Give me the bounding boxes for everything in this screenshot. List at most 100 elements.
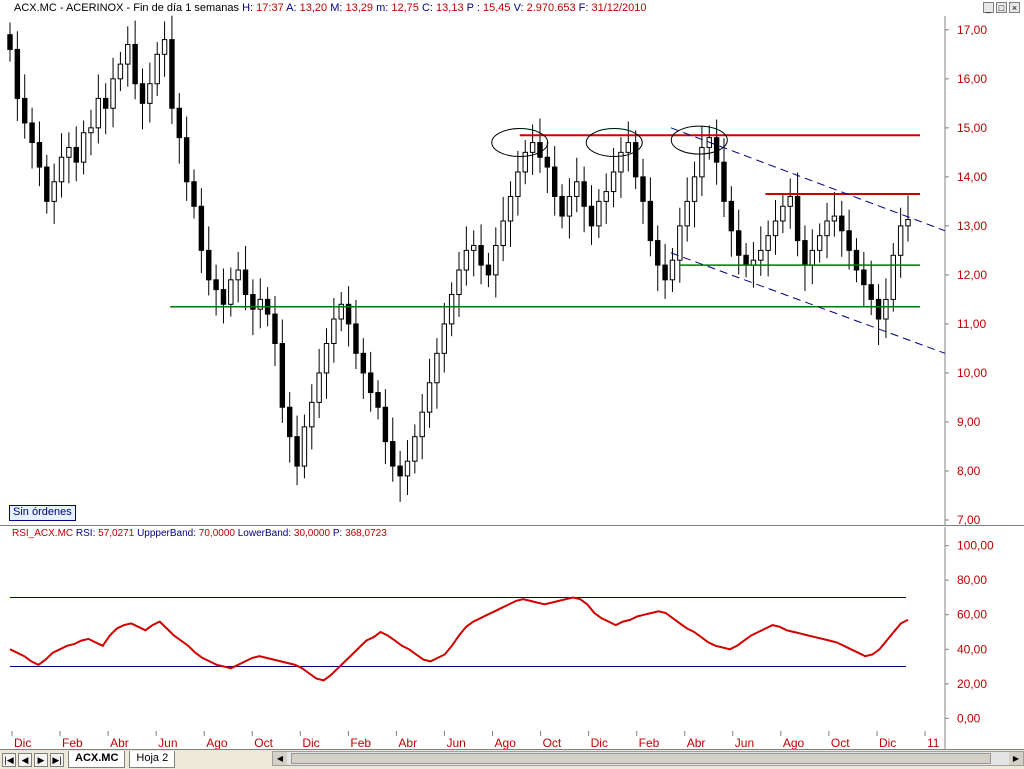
candle-body [471, 244, 477, 251]
candle-body [735, 230, 742, 256]
candle-body [463, 249, 470, 271]
header-h-value: 17:37 [256, 2, 284, 14]
candle-body [412, 436, 418, 462]
price-tick-label: 17,00 [957, 23, 987, 37]
header-f-label: F: [578, 2, 589, 14]
candle-body [323, 343, 330, 374]
candle-body [816, 235, 823, 251]
maximize-button[interactable]: □ [996, 2, 1007, 13]
candle-body [367, 372, 374, 394]
first-sheet-button[interactable]: |◀ [2, 752, 16, 767]
candle-body [419, 411, 425, 438]
candle-body [426, 382, 433, 413]
candle-body [669, 259, 676, 281]
candle-body [36, 142, 43, 168]
candle-body [883, 298, 889, 320]
candle-body [809, 249, 816, 266]
price-tick-label: 13,00 [957, 219, 987, 233]
candle-body [551, 166, 558, 197]
candle-body [220, 289, 227, 305]
header-m-label: M: [330, 2, 343, 14]
rsi-tick-label: 80,00 [957, 573, 987, 587]
rsi-pane: 100,00 80,00 60,00 40,00 20,00 0,00 Dic Feb Abr J… [0, 527, 1024, 749]
candle-body [198, 205, 205, 251]
candle-body [169, 39, 175, 109]
last-sheet-button[interactable]: ▶| [50, 752, 64, 767]
header-p-value: 15,45 [482, 2, 511, 14]
price-tick-label: 9,00 [957, 415, 981, 429]
scroll-thumb[interactable] [291, 753, 991, 764]
candle-body [691, 176, 698, 202]
scroll-left-icon[interactable]: ◀ [273, 752, 287, 765]
sheet-tab-hoja2[interactable]: Hoja 2 [129, 751, 176, 768]
rsi-tick-label: 40,00 [957, 642, 987, 656]
candle-body [132, 44, 138, 85]
time-tick-label: Jun [446, 736, 465, 749]
chart-header: ACX.MC - ACERINOX - Fin de día 1 semanas… [14, 2, 647, 14]
candle-body [581, 181, 587, 207]
candle-body [110, 78, 116, 109]
candle-body [22, 97, 28, 124]
price-tick-label: 8,00 [957, 464, 981, 478]
candle-body [574, 181, 580, 197]
candle-body [537, 142, 543, 158]
price-pane: 17,00 16,00 15,00 14,00 13,00 12,00 11,00 10,00… [0, 0, 1024, 526]
candle-body [228, 279, 234, 305]
candle-body [95, 97, 102, 129]
time-tick-label: Jun [735, 736, 754, 749]
rsi-line [9, 596, 909, 682]
candle-body [80, 132, 87, 163]
candle-body [529, 142, 536, 153]
candle-body [824, 220, 830, 237]
horizontal-scrollbar[interactable]: ◀ ▶ [272, 751, 1024, 766]
scroll-right-icon[interactable]: ▶ [1009, 752, 1023, 765]
header-p-label: P : [466, 2, 480, 14]
candle-body [51, 181, 57, 202]
prev-sheet-button[interactable]: ◀ [18, 752, 32, 767]
close-button[interactable]: × [1009, 2, 1020, 13]
candle-body [331, 318, 337, 345]
price-tick-label: 14,00 [957, 170, 987, 184]
price-tick-label: 12,00 [957, 268, 987, 282]
candle-body [139, 83, 146, 104]
rsi-tick-label: 60,00 [957, 608, 987, 622]
candle-body [206, 249, 212, 281]
time-tick-label: Abr [110, 736, 129, 749]
lower-band-label: LowerBand: [237, 528, 292, 539]
candle-body [235, 269, 241, 281]
lower-band-value: 30,0000 [293, 528, 331, 539]
header-c-value: 13,13 [436, 2, 464, 14]
candle-body [831, 215, 838, 222]
time-tick-label: Jun [158, 736, 177, 749]
header-symbol: ACX.MC [14, 2, 57, 14]
orders-badge[interactable]: Sin órdenes [9, 505, 76, 521]
header-a-value: 13,20 [299, 2, 328, 14]
time-tick-label: Feb [62, 736, 83, 749]
candle-body [257, 298, 263, 310]
header-h-label: H: [242, 2, 254, 14]
candle-body [861, 269, 867, 286]
candle-body [728, 200, 735, 232]
candle-body [662, 264, 668, 281]
candle-body [183, 137, 190, 183]
candle-body [684, 200, 690, 227]
price-chart[interactable]: 17,00 16,00 15,00 14,00 13,00 12,00 11,00 10,00… [0, 0, 1024, 525]
rsi-name: RSI_ACX.MC [12, 528, 74, 539]
candle-body [353, 323, 359, 354]
candle-body [588, 205, 595, 227]
rsi-chart[interactable]: 100,00 80,00 60,00 40,00 20,00 0,00 Dic Feb Abr J… [0, 527, 1024, 749]
time-tick-label: Ago [495, 736, 517, 749]
sheet-tab-acx[interactable]: ACX.MC [68, 751, 126, 768]
candle-body [780, 205, 786, 222]
minimize-button[interactable]: _ [983, 2, 994, 13]
candle-body [117, 63, 124, 80]
candle-body [441, 323, 447, 354]
candle-body [905, 219, 911, 227]
time-tick-label: Dic [879, 736, 896, 749]
candle-body [382, 406, 389, 443]
channel-line [670, 127, 946, 232]
next-sheet-button[interactable]: ▶ [34, 752, 48, 767]
time-tick-label: Dic [14, 736, 31, 749]
candle-body [610, 171, 617, 193]
rsi-tick-label: 0,00 [957, 711, 981, 725]
